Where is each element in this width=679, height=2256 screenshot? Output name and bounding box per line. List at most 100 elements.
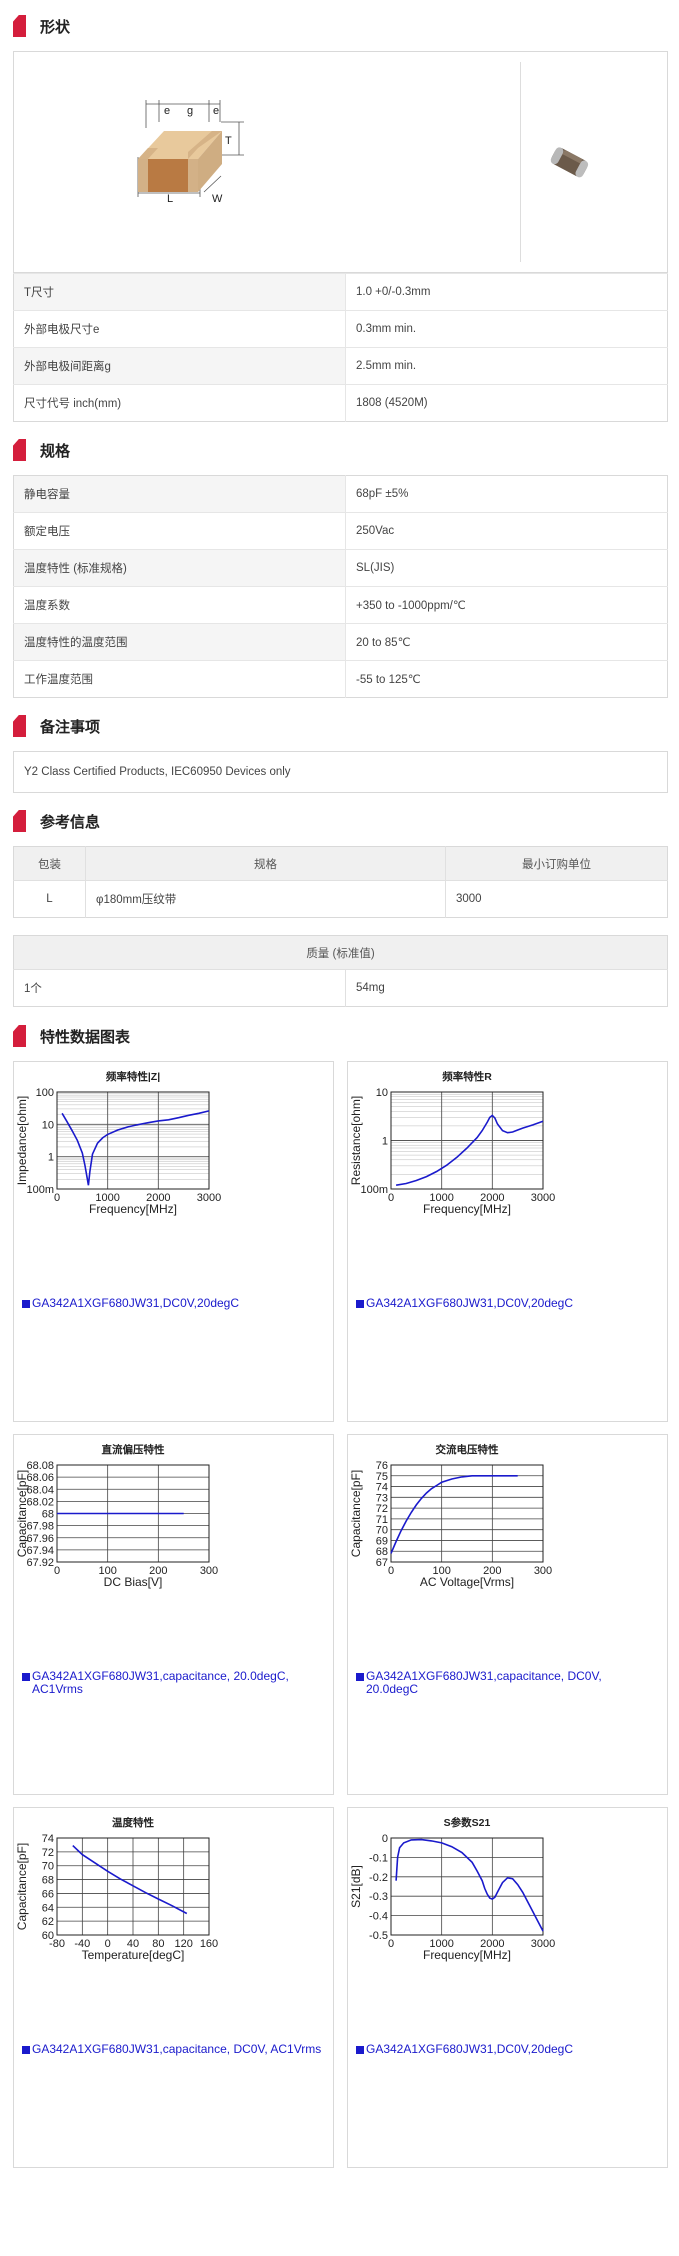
y-tick-label: 72 <box>376 1503 388 1515</box>
y-tick-label: 68.08 <box>26 1460 54 1472</box>
chip-photo <box>520 52 670 272</box>
table-row: 尺寸代号 inch(mm) 1808 (4520M) <box>13 384 668 422</box>
legend-text: GA342A1XGF680JW31,capacitance, DC0V, 20.… <box>366 1669 602 1696</box>
charts-grid: 频率特性|Z| 0 1000 2000 3000 100m 1 10 100 Frequency[… <box>13 1061 668 2168</box>
chart-svg: 频率特性|Z|0 1000 2000 3000100m110100Frequency[… <box>15 1070 221 1216</box>
y-tick-label: -0.5 <box>369 1930 388 1942</box>
section-header-charts: 特性数据图表 <box>13 1022 668 1050</box>
table-row: T尺寸 1.0 +0/-0.3mm <box>13 273 668 311</box>
y-tick-label: 100 <box>36 1087 54 1099</box>
chart-card: S参数S21 0 1000 2000 3000 -0.5 -0.4 -0.3 -0.2 -0.1 0… <box>347 1807 668 2168</box>
section-header-spec: 规格 <box>13 436 668 464</box>
row-value: 68pF ±5% <box>345 475 668 513</box>
legend-swatch-icon <box>356 2046 364 2054</box>
spec-table: 静电容量 68pF ±5% 额定电压 250Vac 温度特性 (标准规格) SL(JIS)… <box>13 475 668 698</box>
chart-grid <box>390 1464 544 1563</box>
x-axis-label: DC Bias[V] <box>104 1575 163 1589</box>
row-key: 额定电压 <box>13 512 346 550</box>
shape-image-panel: e g e T L W <box>13 51 668 273</box>
chart-title: 直流偏压特性 <box>102 1443 165 1456</box>
row-value: 2.5mm min. <box>345 347 668 385</box>
x-axis-label: AC Voltage[Vrms] <box>420 1575 514 1589</box>
mass-value-cell: 54mg <box>345 969 668 1007</box>
chip-photo-svg <box>550 147 589 178</box>
y-tick-label: 1 <box>48 1152 54 1164</box>
legend-text: GA342A1XGF680JW31,capacitance, 20.0degC,… <box>32 1669 289 1696</box>
section-marker-icon <box>13 810 26 832</box>
chart-svg: 频率特性R0 1000 2000 3000100m110Frequency[MHz]R… <box>349 1070 555 1216</box>
section-header-reference: 参考信息 <box>13 807 668 835</box>
y-tick-label: 75 <box>376 1471 388 1483</box>
row-key: 温度特性 (标准规格) <box>13 549 346 587</box>
row-key: 温度系数 <box>13 586 346 624</box>
y-axis-label: Capacitance[pF] <box>15 1843 29 1930</box>
chart-title: 交流电压特性 <box>436 1443 499 1456</box>
chart-grid <box>390 1837 544 1936</box>
section-title: 备注事项 <box>40 718 101 736</box>
y-axis-label: Resistance[ohm] <box>349 1096 363 1185</box>
note-text: Y2 Class Certified Products, IEC60950 De… <box>13 751 668 793</box>
section-header-shape: 形状 <box>13 12 668 40</box>
row-value: 0.3mm min. <box>345 310 668 348</box>
y-tick-label: 67.98 <box>26 1521 54 1533</box>
moq-cell: 3000 <box>445 880 668 918</box>
x-tick-label: 0 <box>54 1192 60 1204</box>
spec-cell: φ180mm压纹带 <box>85 880 446 918</box>
chart-grid <box>390 1092 544 1190</box>
chart-grid <box>56 1092 210 1190</box>
chart-card: 直流偏压特性 0 100 200 300 67.92 67.94 67.96 67.98 68 68… <box>13 1434 334 1795</box>
legend-text: GA342A1XGF680JW31,DC0V,20degC <box>32 1296 240 1310</box>
chart-svg: 温度特性-80 -40 0 40 80 120 1606062646668707274Tem… <box>15 1816 218 1962</box>
y-tick-label: 1 <box>382 1136 388 1148</box>
x-tick-label: 0 <box>388 1938 394 1950</box>
chart-card: 温度特性 -80 -40 0 40 80 120 160 60 62 64 66 68 70 72 74 Tem… <box>13 1807 334 2168</box>
y-tick-label: 62 <box>42 1916 54 1928</box>
row-key: T尺寸 <box>13 273 346 311</box>
row-key: 外部电极间距离g <box>13 347 346 385</box>
section-title: 参考信息 <box>40 813 101 831</box>
plot-frame <box>390 1464 544 1563</box>
y-tick-label: 72 <box>42 1847 54 1859</box>
y-tick-label: 68 <box>42 1509 54 1521</box>
section-marker-icon <box>13 715 26 737</box>
y-tick-label: 74 <box>42 1833 54 1845</box>
row-key: 温度特性的温度范围 <box>13 623 346 661</box>
plot-frame <box>56 1091 210 1190</box>
row-value: -55 to 125℃ <box>345 660 668 698</box>
chart-legend: GA342A1XGF680JW31,capacitance, DC0V, 20.… <box>356 1670 656 1696</box>
table-row: 静电容量 68pF ±5% <box>13 475 668 513</box>
y-axis-label: Capacitance[pF] <box>349 1470 363 1557</box>
section-marker-icon <box>13 439 26 461</box>
y-tick-label: 64 <box>42 1902 54 1914</box>
section-header-notes: 备注事项 <box>13 712 668 740</box>
x-axis-label: Temperature[degC] <box>82 1948 185 1962</box>
x-axis-label: Frequency[MHz] <box>423 1948 511 1962</box>
row-value: 20 to 85℃ <box>345 623 668 661</box>
dim-label-t: T <box>225 135 232 147</box>
row-value: 250Vac <box>345 512 668 550</box>
chip-dimension-svg: e g e T L W <box>137 100 244 205</box>
y-tick-label: 100m <box>360 1184 388 1196</box>
row-key: 尺寸代号 inch(mm) <box>13 384 346 422</box>
spec-header: 规格 <box>85 846 446 881</box>
section-title: 形状 <box>40 18 71 36</box>
chart-card: 频率特性R 0 1000 2000 3000 100m 1 10 Frequency[MHz] R… <box>347 1061 668 1422</box>
section-marker-icon <box>13 1025 26 1047</box>
y-tick-label: -0.2 <box>369 1872 388 1884</box>
row-value: 1808 (4520M) <box>345 384 668 422</box>
package-table: 包装 规格 最小订购单位 L φ180mm压纹带 3000 <box>13 846 668 918</box>
mass-table: 质量 (标准值) 1个 54mg <box>13 935 668 1007</box>
y-tick-label: 10 <box>376 1087 388 1099</box>
row-value: 1.0 +0/-0.3mm <box>345 273 668 311</box>
chart-title: 频率特性R <box>442 1070 492 1083</box>
y-tick-label: 67.96 <box>26 1533 54 1545</box>
chart-svg: 交流电压特性0 100 200 30067686970717273747576AC V… <box>349 1443 552 1589</box>
package-header: 包装 <box>13 846 86 881</box>
legend-text: GA342A1XGF680JW31,DC0V,20degC <box>366 1296 574 1310</box>
chart-legend: GA342A1XGF680JW31,DC0V,20degC <box>22 1297 322 1310</box>
section-title: 特性数据图表 <box>40 1028 131 1046</box>
x-tick-label: 3000 <box>197 1192 221 1204</box>
y-tick-label: 0 <box>382 1833 388 1845</box>
dim-label-g: g <box>187 105 193 117</box>
x-tick-label: 160 <box>200 1938 218 1950</box>
